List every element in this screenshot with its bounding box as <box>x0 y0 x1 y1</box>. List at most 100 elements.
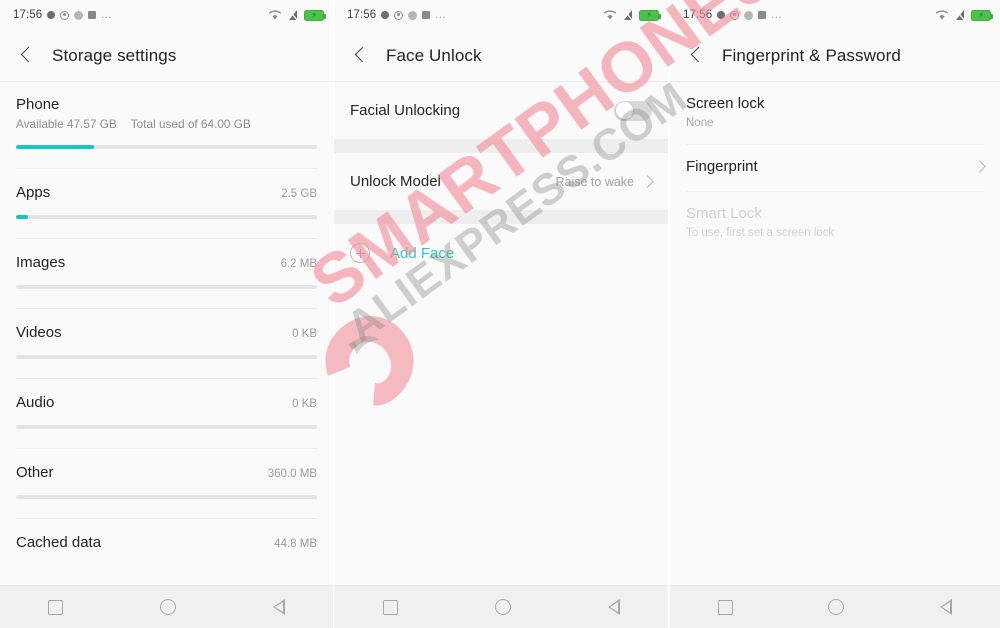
navigation-bar <box>0 585 333 628</box>
chevron-right-icon <box>641 175 654 188</box>
facial-unlocking-toggle[interactable] <box>614 100 652 121</box>
storage-bar-track <box>16 495 317 499</box>
page-title: Fingerprint & Password <box>722 45 901 65</box>
storage-row-name: Images <box>16 254 66 271</box>
storage-content: Phone Available 47.57 GB Total used of 6… <box>0 82 333 585</box>
home-circle-icon[interactable] <box>494 599 511 615</box>
navigation-bar <box>334 585 668 628</box>
signal-off-icon <box>288 9 298 21</box>
fingerprint-label: Fingerprint <box>686 158 758 175</box>
storage-row-size: 0 KB <box>292 398 317 410</box>
check-circle-icon <box>60 10 70 20</box>
status-bar: 17:56 ... ⚡ <box>670 0 1000 30</box>
storage-bar-fill <box>16 145 95 149</box>
signal-off-icon <box>955 9 965 21</box>
storage-row-apps[interactable]: Apps 2.5 GB <box>16 169 317 239</box>
row-facial-unlocking[interactable]: Facial Unlocking <box>334 82 668 139</box>
section-separator <box>334 210 668 224</box>
recents-square-icon[interactable] <box>382 599 398 615</box>
storage-row-phone[interactable]: Phone Available 47.57 GB Total used of 6… <box>16 82 317 169</box>
dot-solid-icon <box>381 11 390 19</box>
circle-gray-icon <box>408 10 418 20</box>
recents-square-icon[interactable] <box>48 599 64 615</box>
home-circle-icon[interactable] <box>159 599 176 615</box>
circle-gray-icon <box>744 10 754 20</box>
storage-row-cached-data[interactable]: Cached data 44.8 MB <box>16 519 317 551</box>
recents-square-icon[interactable] <box>717 599 733 615</box>
row-screen-lock[interactable]: Screen lock None <box>670 82 1000 145</box>
status-bar-left: 17:56 ... <box>683 9 782 21</box>
storage-row-name: Videos <box>16 324 62 341</box>
row-unlock-model[interactable]: Unlock Model Raise to wake <box>334 153 668 210</box>
toggle-knob <box>615 102 633 119</box>
status-time: 17:56 <box>347 9 377 21</box>
storage-row-head: Cached data 44.8 MB <box>16 534 317 551</box>
home-circle-icon[interactable] <box>828 599 845 615</box>
storage-list: Phone Available 47.57 GB Total used of 6… <box>0 82 333 551</box>
unlock-model-label: Unlock Model <box>350 173 441 190</box>
status-bar-right: ⚡ <box>268 9 326 21</box>
status-time: 17:56 <box>13 9 43 21</box>
screenshot-root: 17:56 ... ⚡ Storage settings Phone Avail… <box>0 0 1000 628</box>
title-bar-storage: Storage settings <box>0 30 333 82</box>
square-gray-icon <box>422 11 431 19</box>
smart-lock-label: Smart Lock <box>686 205 762 222</box>
title-bar-fingerprint: Fingerprint & Password <box>670 30 1000 82</box>
square-gray-icon <box>758 11 767 19</box>
battery-charging-icon: ⚡ <box>971 9 993 21</box>
title-bar-face-unlock: Face Unlock <box>334 30 668 82</box>
storage-row-head: Apps 2.5 GB <box>16 184 317 201</box>
status-time: 17:56 <box>683 9 713 21</box>
storage-row-other[interactable]: Other 360.0 MB <box>16 449 317 519</box>
wifi-icon <box>268 9 282 20</box>
page-title: Face Unlock <box>386 45 482 65</box>
circle-gray-icon <box>74 10 84 20</box>
smart-lock-sub: To use, first set a screen lock <box>686 227 835 239</box>
status-bar-right: ⚡ <box>603 9 661 21</box>
battery-charging-icon: ⚡ <box>304 9 326 21</box>
dot-solid-icon <box>47 11 56 19</box>
face-unlock-content: Facial Unlocking Unlock Model Raise to w… <box>334 82 668 585</box>
chevron-right-icon <box>973 160 986 173</box>
status-ellipsis: ... <box>771 9 782 21</box>
storage-row-size: 6.2 MB <box>280 258 317 270</box>
status-bar-right: ⚡ <box>935 9 993 21</box>
storage-row-images[interactable]: Images 6.2 MB <box>16 239 317 309</box>
status-bar: 17:56 ... ⚡ <box>0 0 333 30</box>
navigation-bar <box>670 585 1000 628</box>
back-triangle-icon[interactable] <box>272 599 285 615</box>
storage-row-name: Phone <box>16 96 60 113</box>
row-fingerprint[interactable]: Fingerprint <box>670 145 1000 192</box>
unlock-model-value: Raise to wake <box>555 174 634 189</box>
status-ellipsis: ... <box>435 9 446 21</box>
check-circle-icon <box>730 10 740 20</box>
facial-unlocking-label: Facial Unlocking <box>350 102 461 119</box>
battery-charging-icon: ⚡ <box>639 9 661 21</box>
storage-row-name: Other <box>16 464 54 481</box>
storage-row-videos[interactable]: Videos 0 KB <box>16 309 317 379</box>
storage-row-head: Videos 0 KB <box>16 324 317 341</box>
storage-row-head: Audio 0 KB <box>16 394 317 411</box>
storage-row-size: 44.8 MB <box>274 538 317 550</box>
status-ellipsis: ... <box>101 9 112 21</box>
back-triangle-icon[interactable] <box>607 599 620 615</box>
storage-bar-track <box>16 215 317 219</box>
back-chevron-icon[interactable] <box>16 45 38 67</box>
row-add-face[interactable]: Add Face <box>334 224 668 282</box>
storage-available-label: Available 47.57 GB <box>16 117 117 131</box>
storage-bar-track <box>16 285 317 289</box>
storage-bar-fill <box>16 215 29 219</box>
storage-row-size: 0 KB <box>292 328 317 340</box>
plus-circle-icon <box>350 243 370 263</box>
back-chevron-icon[interactable] <box>686 45 708 67</box>
square-gray-icon <box>88 11 97 19</box>
storage-row-audio[interactable]: Audio 0 KB <box>16 379 317 449</box>
storage-row-head: Images 6.2 MB <box>16 254 317 271</box>
back-chevron-icon[interactable] <box>350 45 372 67</box>
fingerprint-row-inner: Fingerprint <box>686 158 986 175</box>
storage-row-name: Cached data <box>16 534 102 551</box>
section-separator <box>334 139 668 153</box>
storage-phone-sub: Available 47.57 GB Total used of 64.00 G… <box>16 117 317 131</box>
storage-row-size: 360.0 MB <box>267 468 317 480</box>
back-triangle-icon[interactable] <box>940 599 953 615</box>
